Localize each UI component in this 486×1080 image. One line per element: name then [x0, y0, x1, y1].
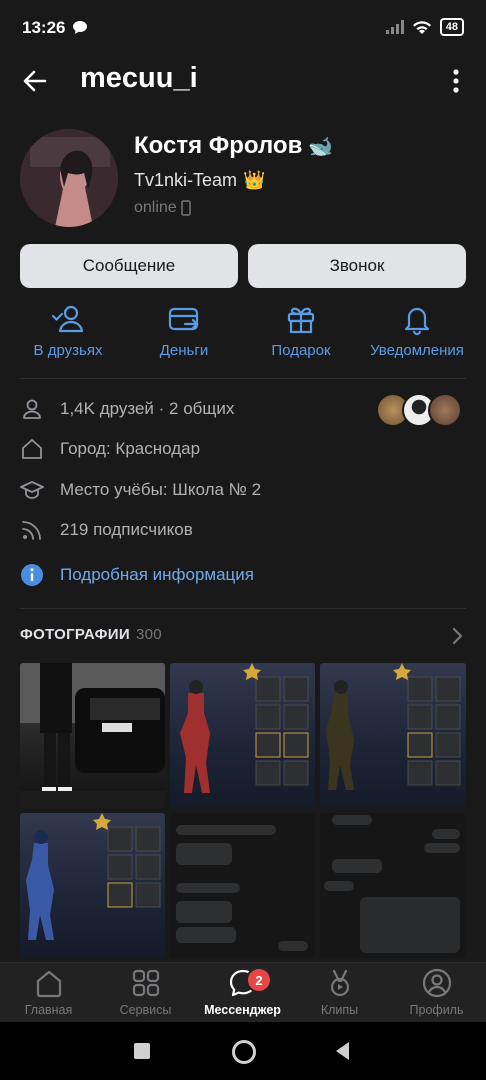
info-friends-text: 1,4K друзей · 2 общих	[60, 399, 235, 418]
nav-home-label: Главная	[24, 1003, 73, 1017]
user-icon	[23, 399, 41, 419]
nav-services[interactable]: Сервисы	[97, 967, 194, 1017]
back-button[interactable]	[20, 66, 50, 96]
bell-icon	[404, 307, 430, 336]
mutual-friends-avatars[interactable]	[376, 393, 462, 427]
home-system-button[interactable]	[232, 1040, 256, 1064]
status-icons: 48	[385, 18, 464, 36]
profile-name: Костя Фролов 🐋	[134, 132, 333, 160]
status-bar: 13:26 48	[0, 0, 486, 56]
info-school: Место учёбы: Школа № 2	[20, 478, 261, 502]
mutual-friend-avatar	[428, 393, 462, 427]
nav-profile-label: Профиль	[409, 1003, 464, 1017]
signal-icon	[385, 20, 404, 34]
divider	[20, 608, 466, 609]
action-gift-label: Подарок	[271, 342, 331, 359]
call-button[interactable]: Звонок	[248, 244, 466, 288]
nav-services-label: Сервисы	[119, 1003, 172, 1017]
info-city: Город: Краснодар	[20, 437, 200, 461]
whale-emoji-icon: 🐋	[308, 135, 334, 158]
info-friends[interactable]: 1,4K друзей · 2 общих	[20, 397, 234, 421]
money-transfer-icon	[168, 307, 199, 331]
clips-icon	[330, 969, 349, 997]
info-followers-text: 219 подписчиков	[60, 520, 193, 539]
details-link-text: Подробная информация	[60, 565, 254, 584]
photos-title: ФОТОГРАФИИ	[20, 626, 130, 643]
user-check-icon	[51, 305, 84, 333]
action-money[interactable]: Деньги	[124, 302, 244, 359]
photo-thumbnail[interactable]	[170, 663, 315, 808]
nav-clips[interactable]: Клипы	[291, 967, 388, 1017]
graduation-cap-icon	[20, 481, 44, 499]
action-friends-label: В друзьях	[33, 342, 103, 359]
profile-name-text: Костя Фролов	[134, 132, 303, 159]
rss-feed-icon	[22, 521, 41, 540]
recent-apps-button[interactable]	[134, 1043, 150, 1059]
arrow-left-icon	[23, 70, 47, 92]
info-icon	[21, 564, 43, 586]
nav-messenger[interactable]: 2 Мессенджер	[194, 967, 291, 1017]
photo-thumbnail[interactable]	[170, 813, 315, 958]
home-icon	[36, 970, 61, 998]
mobile-phone-icon	[180, 200, 191, 216]
profile-avatar[interactable]	[20, 129, 118, 227]
nav-clips-label: Клипы	[320, 1003, 359, 1017]
wifi-icon	[412, 20, 431, 34]
action-money-label: Деньги	[159, 342, 209, 359]
action-notifications-label: Уведомления	[370, 342, 464, 359]
photo-thumbnail[interactable]	[20, 663, 165, 808]
gift-icon	[287, 307, 315, 334]
photo-thumbnail[interactable]	[320, 813, 466, 958]
action-friends[interactable]: В друзьях	[8, 302, 128, 359]
system-navigation-bar	[0, 1022, 486, 1080]
nav-home[interactable]: Главная	[0, 967, 97, 1017]
info-followers[interactable]: 219 подписчиков	[20, 518, 193, 542]
chevron-right-icon[interactable]	[450, 627, 464, 645]
crown-emoji-icon: 👑	[243, 170, 266, 190]
back-system-button[interactable]	[334, 1041, 350, 1066]
services-grid-icon	[132, 969, 159, 997]
battery-indicator: 48	[439, 18, 464, 36]
message-button[interactable]: Сообщение	[20, 244, 238, 288]
unread-badge: 2	[246, 967, 272, 993]
bottom-navigation: Главная Сервисы 2 Мессенджер Клипы Профи…	[0, 962, 486, 1023]
home-icon	[22, 439, 42, 459]
photo-thumbnail[interactable]	[20, 813, 165, 958]
profile-status: Tv1nki-Team 👑	[134, 170, 265, 191]
action-gift[interactable]: Подарок	[241, 302, 361, 359]
online-text: online	[134, 199, 177, 216]
profile-status-text: Tv1nki-Team	[134, 170, 238, 190]
divider	[20, 378, 466, 379]
photos-count: 300	[135, 626, 162, 643]
status-time: 13:26	[22, 18, 66, 37]
action-notifications[interactable]: Уведомления	[357, 302, 477, 359]
more-menu-button[interactable]	[444, 68, 468, 94]
photos-header[interactable]: ФОТОГРАФИИ 300	[20, 626, 162, 643]
chat-notification-icon	[72, 20, 88, 40]
photo-thumbnail[interactable]	[320, 663, 466, 808]
more-vertical-icon	[453, 69, 459, 93]
online-status: online	[134, 199, 191, 217]
info-school-text: Место учёбы: Школа № 2	[60, 480, 262, 499]
info-city-text: Город: Краснодар	[60, 439, 201, 458]
profile-circle-icon	[422, 968, 451, 998]
details-link[interactable]: Подробная информация	[20, 563, 254, 587]
nav-messenger-label: Мессенджер	[204, 1003, 281, 1017]
page-title: mecuu_i	[80, 62, 198, 94]
nav-profile[interactable]: Профиль	[388, 967, 485, 1017]
